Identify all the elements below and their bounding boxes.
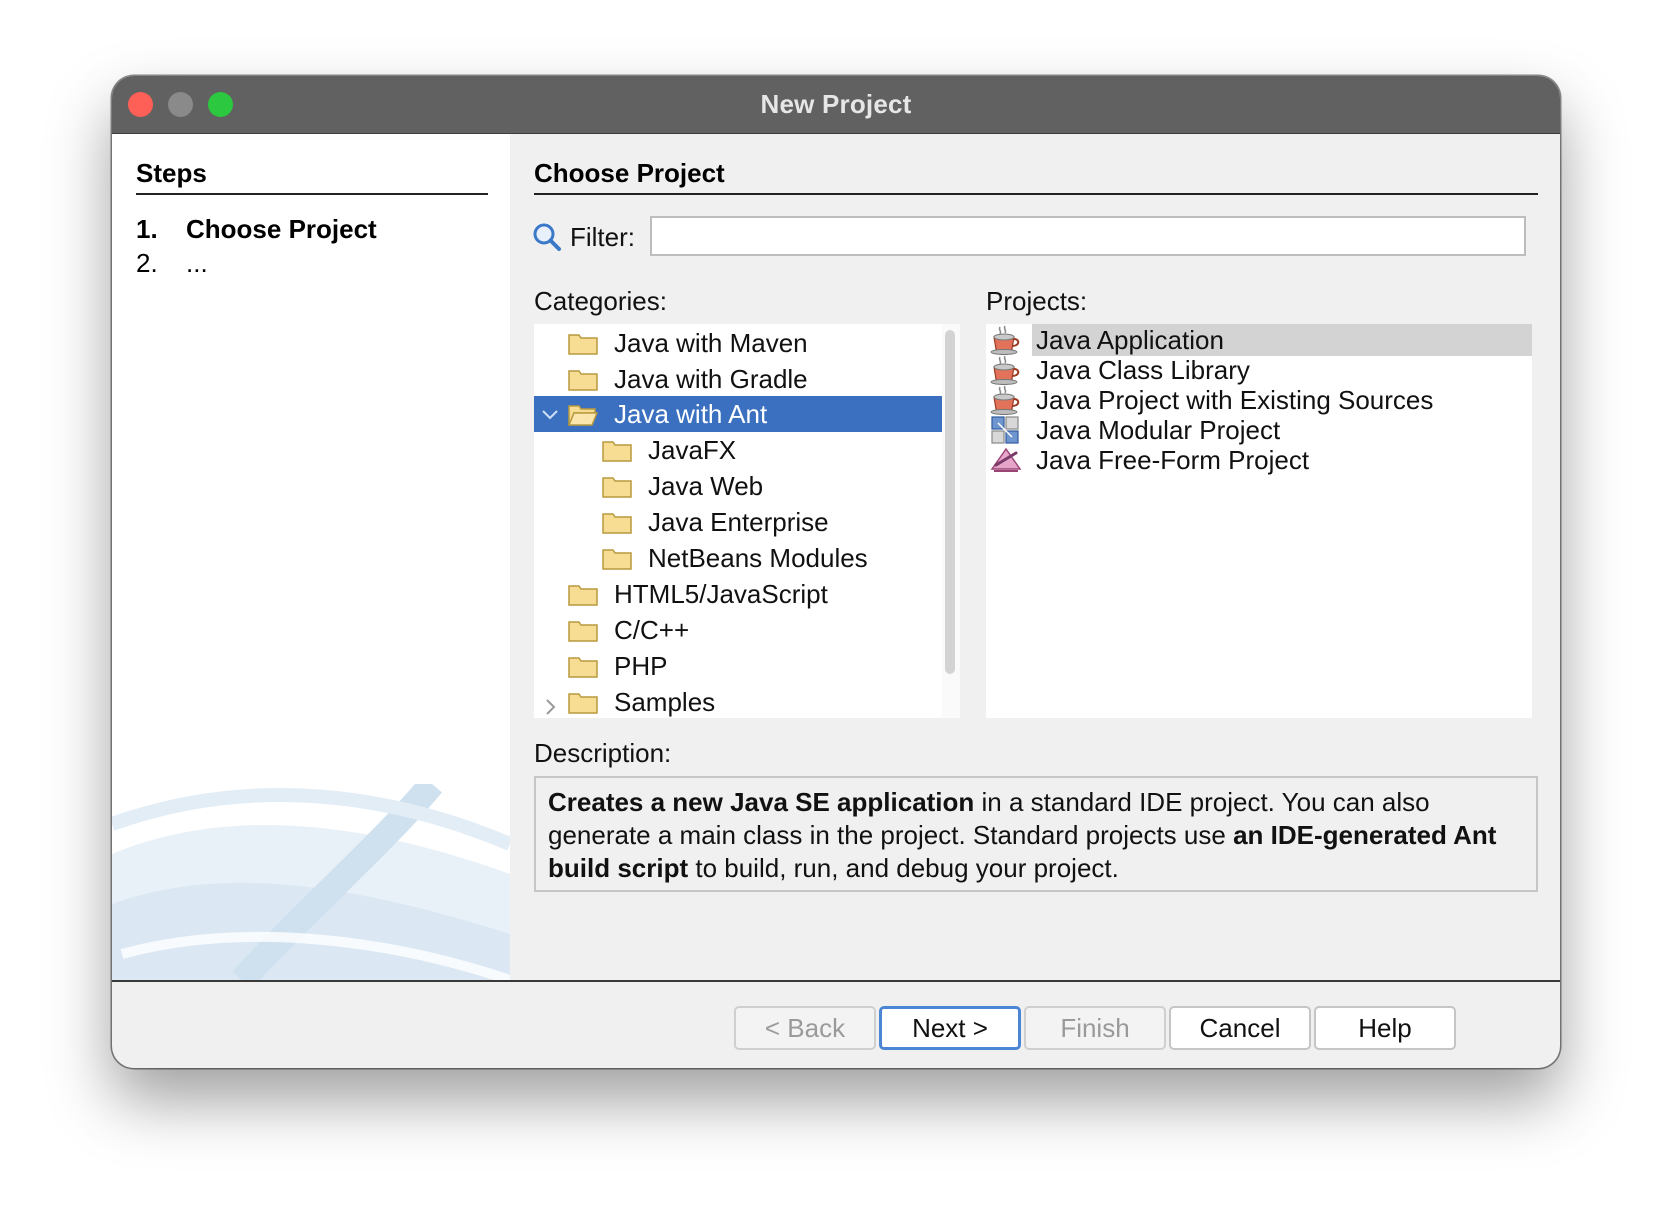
- project-item-label: Java Free-Form Project: [1036, 445, 1310, 475]
- folder-icon: [602, 549, 632, 570]
- tree-item-java-with-maven[interactable]: Java with Maven: [534, 324, 942, 362]
- main-panel: Choose Project Filter: Categories: Proje…: [510, 134, 1560, 980]
- tree-item-samples[interactable]: Samples: [534, 683, 942, 718]
- steps-panel: Steps 1. Choose Project 2....: [112, 134, 510, 980]
- folder-icon: [568, 693, 598, 714]
- chevron-down-icon[interactable]: [540, 404, 560, 424]
- tree-item-java-enterprise[interactable]: Java Enterprise: [534, 503, 942, 541]
- coffee-cup-icon: [990, 325, 1020, 355]
- description-bold-1: Creates a new Java SE application: [548, 787, 975, 817]
- window-title: New Project: [760, 89, 912, 119]
- search-icon: [533, 223, 561, 251]
- tree-item-label: PHP: [614, 651, 668, 681]
- finish-button[interactable]: Finish: [1024, 1006, 1166, 1050]
- decorative-swoosh-graphic: [112, 784, 510, 980]
- modules-icon: [991, 416, 1019, 444]
- filter-input[interactable]: [650, 216, 1526, 256]
- description-label: Description:: [534, 738, 672, 768]
- folder-icon: [568, 334, 598, 355]
- step-item-choose-project: 1. Choose Project: [136, 214, 377, 245]
- folder-icon: [568, 621, 598, 642]
- new-project-dialog: New Project Steps 1. Choose Project 2....…: [112, 76, 1560, 1068]
- step-item-next: 2....: [136, 248, 208, 279]
- page-title: Choose Project: [534, 158, 1538, 195]
- chevron-right-icon[interactable]: [540, 697, 560, 717]
- project-item-java-application[interactable]: Java Application: [986, 324, 1532, 356]
- coffee-cup-icon: [990, 385, 1020, 415]
- tree-item-label: Java with Gradle: [614, 364, 808, 394]
- tree-item-html5-javascript[interactable]: HTML5/JavaScript: [534, 575, 942, 613]
- tree-item-javafx[interactable]: JavaFX: [534, 431, 942, 469]
- tree-item-php[interactable]: PHP: [534, 647, 942, 685]
- next-button[interactable]: Next >: [879, 1006, 1021, 1050]
- tree-item-label: C/C++: [614, 615, 690, 645]
- help-button[interactable]: Help: [1314, 1006, 1456, 1050]
- cancel-button[interactable]: Cancel: [1169, 1006, 1311, 1050]
- step-label: ...: [186, 248, 208, 278]
- folder-icon: [602, 441, 632, 462]
- projects-list[interactable]: Java Application Java Class Library Java…: [986, 324, 1532, 718]
- project-item-java-existing-sources[interactable]: Java Project with Existing Sources: [986, 384, 1532, 416]
- project-item-java-free-form-project[interactable]: Java Free-Form Project: [986, 444, 1532, 476]
- tree-item-label: Java Enterprise: [648, 507, 829, 537]
- folder-icon: [568, 585, 598, 606]
- folder-icon: [602, 513, 632, 534]
- categories-tree[interactable]: Java with Maven Java with Gradle Java wi…: [534, 324, 960, 718]
- tree-item-label: Samples: [614, 687, 716, 717]
- tree-item-label: Java with Maven: [614, 328, 808, 358]
- freeform-icon: [990, 447, 1022, 472]
- folder-icon: [602, 477, 632, 498]
- tree-item-label: Java Web: [648, 471, 764, 501]
- open-folder-icon: [568, 405, 598, 426]
- projects-label: Projects:: [986, 286, 1088, 316]
- project-item-java-modular-project[interactable]: Java Modular Project: [986, 414, 1532, 446]
- project-item-java-class-library[interactable]: Java Class Library: [986, 354, 1532, 386]
- tree-item-label: JavaFX: [648, 435, 737, 465]
- project-item-label: Java Application: [1032, 324, 1532, 356]
- folder-icon: [568, 370, 598, 391]
- title-bar[interactable]: New Project: [112, 76, 1560, 134]
- tree-item-java-web[interactable]: Java Web: [534, 467, 942, 505]
- tree-item-label: Java with Ant: [614, 399, 768, 429]
- project-item-label: Java Class Library: [1036, 355, 1250, 385]
- filter-label: Filter:: [570, 222, 635, 252]
- tree-item-c-cpp[interactable]: C/C++: [534, 611, 942, 649]
- coffee-cup-icon: [990, 355, 1020, 385]
- tree-item-java-with-ant[interactable]: Java with Ant: [534, 396, 942, 432]
- categories-label: Categories:: [534, 286, 667, 316]
- project-item-label: Java Project with Existing Sources: [1036, 385, 1434, 415]
- description-text-4: to build, run, and debug your project.: [688, 853, 1119, 883]
- step-number: 1.: [136, 214, 158, 244]
- categories-scrollbar[interactable]: [942, 324, 960, 718]
- scrollbar-thumb[interactable]: [945, 330, 955, 674]
- back-button[interactable]: < Back: [734, 1006, 876, 1050]
- project-item-label: Java Modular Project: [1036, 415, 1281, 445]
- step-number: 2.: [136, 248, 158, 278]
- steps-heading: Steps: [136, 158, 488, 195]
- step-label: Choose Project: [186, 214, 377, 244]
- tree-item-label: NetBeans Modules: [648, 543, 868, 573]
- tree-item-java-with-gradle[interactable]: Java with Gradle: [534, 360, 942, 398]
- description-text: Creates a new Java SE application in a s…: [534, 776, 1538, 892]
- tree-item-label: HTML5/JavaScript: [614, 579, 828, 609]
- tree-item-netbeans-modules[interactable]: NetBeans Modules: [534, 539, 942, 577]
- footer-divider: [112, 980, 1560, 982]
- folder-icon: [568, 657, 598, 678]
